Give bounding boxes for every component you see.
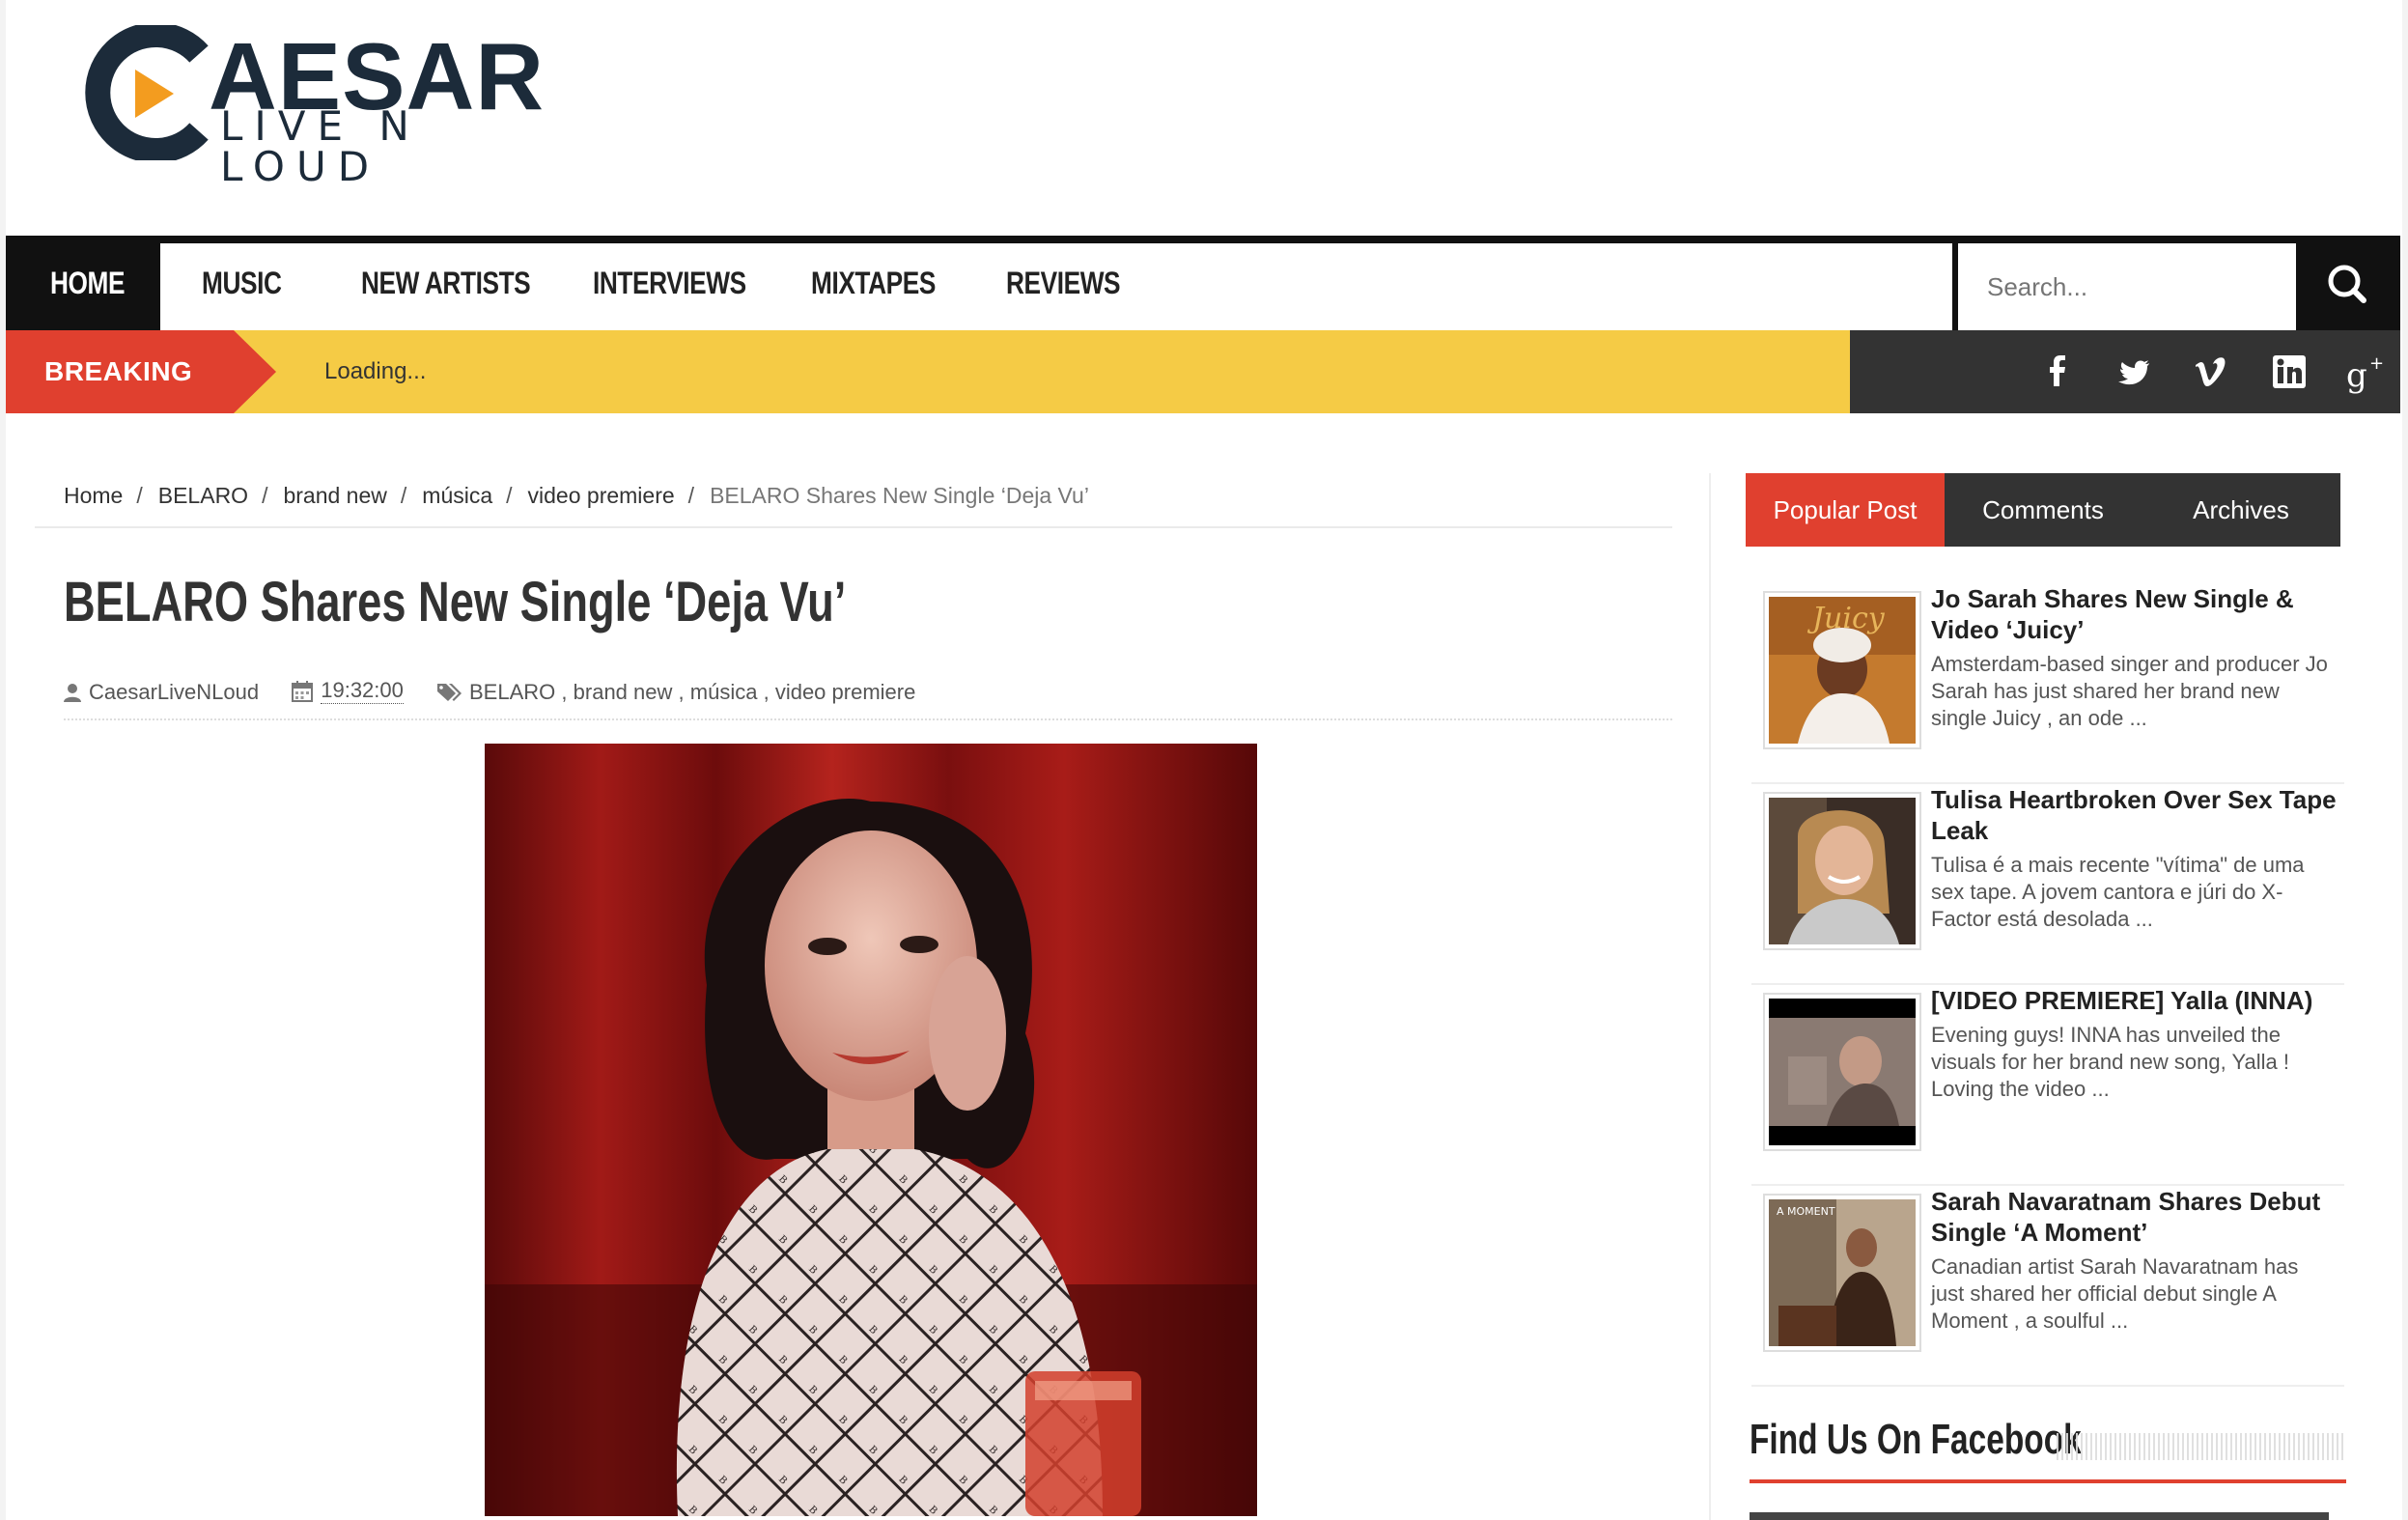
popular-post-item: A MOMENT Sarah Navaratnam Shares Debut S… — [1751, 1186, 2344, 1387]
popular-post-snippet: Tulisa é a mais recente "vítima" de uma … — [1931, 853, 2305, 931]
popular-post-thumbnail[interactable]: Juicy — [1763, 591, 1921, 749]
juicy-thumb-image: Juicy — [1769, 597, 1916, 744]
tab-popular-post[interactable]: Popular Post — [1746, 473, 1945, 547]
logo-c-mark — [85, 25, 209, 160]
svg-text:+: + — [2369, 353, 2384, 374]
label-separator: , — [678, 679, 685, 704]
logo-tagline: LIVE N LOUD — [220, 102, 421, 190]
breadcrumb-divider — [35, 526, 1672, 528]
page-edge-right — [2402, 0, 2408, 1520]
breadcrumb-belaro[interactable]: BELARO — [158, 483, 248, 508]
sidebar-tabs: Popular Post Comments Archives — [1746, 473, 2340, 547]
popular-post-item: Tulisa Heartbroken Over Sex Tape Leak Tu… — [1751, 784, 2344, 985]
a-moment-thumb-image: A MOMENT — [1769, 1199, 1916, 1346]
heading-stripes — [2057, 1433, 2346, 1460]
search-input[interactable] — [1958, 243, 2296, 330]
belaro-photo: B — [485, 744, 1257, 1516]
post-label-video-premiere[interactable]: video premiere — [775, 680, 916, 705]
search-icon — [2328, 265, 2366, 303]
breadcrumb: Home / BELARO / brand new / música / video premi… — [64, 483, 1089, 509]
popular-post-title[interactable]: [VIDEO PREMIERE] Yalla (INNA) — [1931, 985, 2337, 1016]
tab-archives[interactable]: Archives — [2142, 473, 2340, 547]
post-meta: CaesarLiveNLoud 19:32:00 BELARO , brand … — [64, 678, 942, 708]
sidebar-divider — [1709, 473, 1711, 1520]
nav-item-mixtapes[interactable]: MIXTAPES — [811, 236, 936, 330]
google-plus-icon[interactable]: g + — [2342, 348, 2391, 396]
social-links: g + — [1850, 330, 2400, 413]
label-separator: , — [763, 679, 770, 704]
breadcrumb-separator: / — [136, 483, 143, 508]
popular-post-thumbnail[interactable] — [1763, 792, 1921, 950]
user-icon — [64, 683, 81, 702]
popular-post-item: [VIDEO PREMIERE] Yalla (INNA) Evening gu… — [1751, 985, 2344, 1186]
twitter-icon[interactable] — [2111, 348, 2159, 396]
popular-post-title[interactable]: Sarah Navaratnam Shares Debut Single ‘A … — [1931, 1186, 2337, 1248]
thumb-a-moment-text: A MOMENT — [1777, 1205, 1835, 1218]
svg-text:g: g — [2346, 356, 2367, 395]
main-nav: HOME MUSIC NEW ARTISTS INTERVIEWS MIXTAP… — [6, 236, 2400, 330]
breadcrumb-current: BELARO Shares New Single ‘Deja Vu’ — [710, 483, 1089, 508]
nav-item-new-artists[interactable]: NEW ARTISTS — [361, 236, 531, 330]
breadcrumb-brand-new[interactable]: brand new — [283, 483, 386, 508]
search-button[interactable] — [2296, 236, 2400, 330]
breadcrumb-separator: / — [687, 483, 695, 508]
facebook-icon[interactable] — [2033, 348, 2082, 396]
breaking-news-bar: BREAKING Loading... — [6, 330, 1850, 413]
linkedin-icon[interactable] — [2265, 348, 2313, 396]
tags-icon — [437, 683, 462, 701]
popular-post-thumbnail[interactable]: A MOMENT — [1763, 1194, 1921, 1352]
nav-item-reviews[interactable]: REVIEWS — [1006, 236, 1121, 330]
post-label-musica[interactable]: música — [690, 680, 758, 705]
popular-post-title[interactable]: Tulisa Heartbroken Over Sex Tape Leak — [1931, 784, 2337, 846]
facebook-widget-heading: Find Us On Facebook — [1750, 1416, 2082, 1463]
popular-post-snippet: Canadian artist Sarah Navaratnam has jus… — [1931, 1254, 2299, 1333]
post-label-belaro[interactable]: BELARO — [469, 680, 555, 705]
breadcrumb-video-premiere[interactable]: video premiere — [528, 483, 675, 508]
vimeo-icon[interactable] — [2188, 348, 2236, 396]
popular-post-title[interactable]: Jo Sarah Shares New Single & Video ‘Juic… — [1931, 583, 2337, 645]
nav-item-home[interactable]: HOME — [50, 236, 125, 330]
site-logo[interactable]: AESAR LIVE N LOUD — [85, 25, 548, 187]
breadcrumb-separator: / — [400, 483, 407, 508]
post-time-value: 19:32:00 — [321, 678, 404, 704]
popular-post-snippet: Evening guys! INNA has unveiled the visu… — [1931, 1023, 2289, 1101]
popular-post-snippet: Amsterdam-based singer and producer Jo S… — [1931, 652, 2328, 730]
breaking-ticker-text: Loading... — [324, 358, 427, 384]
breaking-label: BREAKING — [6, 330, 234, 413]
post-labels: BELARO , brand new , música , video prem… — [436, 680, 915, 705]
post-featured-image[interactable]: B — [485, 744, 1257, 1516]
post-label-brand-new[interactable]: brand new — [574, 680, 673, 705]
label-separator: , — [561, 679, 568, 704]
tab-comments[interactable]: Comments — [1945, 473, 2142, 547]
breadcrumb-musica[interactable]: música — [422, 483, 492, 508]
nav-item-interviews[interactable]: INTERVIEWS — [593, 236, 746, 330]
post-title: BELARO Shares New Single ‘Deja Vu’ — [64, 571, 847, 633]
post-author-name: CaesarLiveNLoud — [89, 679, 260, 704]
breadcrumb-separator: / — [262, 483, 268, 508]
tulisa-thumb-image — [1769, 798, 1916, 944]
post-author[interactable]: CaesarLiveNLoud — [64, 680, 259, 705]
nav-item-music[interactable]: MUSIC — [202, 236, 282, 330]
post-time[interactable]: 19:32:00 — [292, 678, 404, 704]
popular-post-item: Juicy Jo Sarah Shares New Single & Video… — [1751, 583, 2344, 784]
facebook-widget-box — [1750, 1512, 2329, 1520]
breaking-arrow — [234, 330, 276, 413]
heading-underline — [1750, 1479, 2346, 1483]
meta-divider — [64, 718, 1672, 720]
breadcrumb-separator: / — [506, 483, 513, 508]
page: AESAR LIVE N LOUD HOME MUSIC NEW ARTISTS… — [6, 0, 2400, 1520]
breadcrumb-home[interactable]: Home — [64, 483, 123, 508]
popular-post-thumbnail[interactable] — [1763, 993, 1921, 1151]
calendar-icon — [292, 680, 314, 702]
inna-thumb-image — [1769, 999, 1916, 1145]
